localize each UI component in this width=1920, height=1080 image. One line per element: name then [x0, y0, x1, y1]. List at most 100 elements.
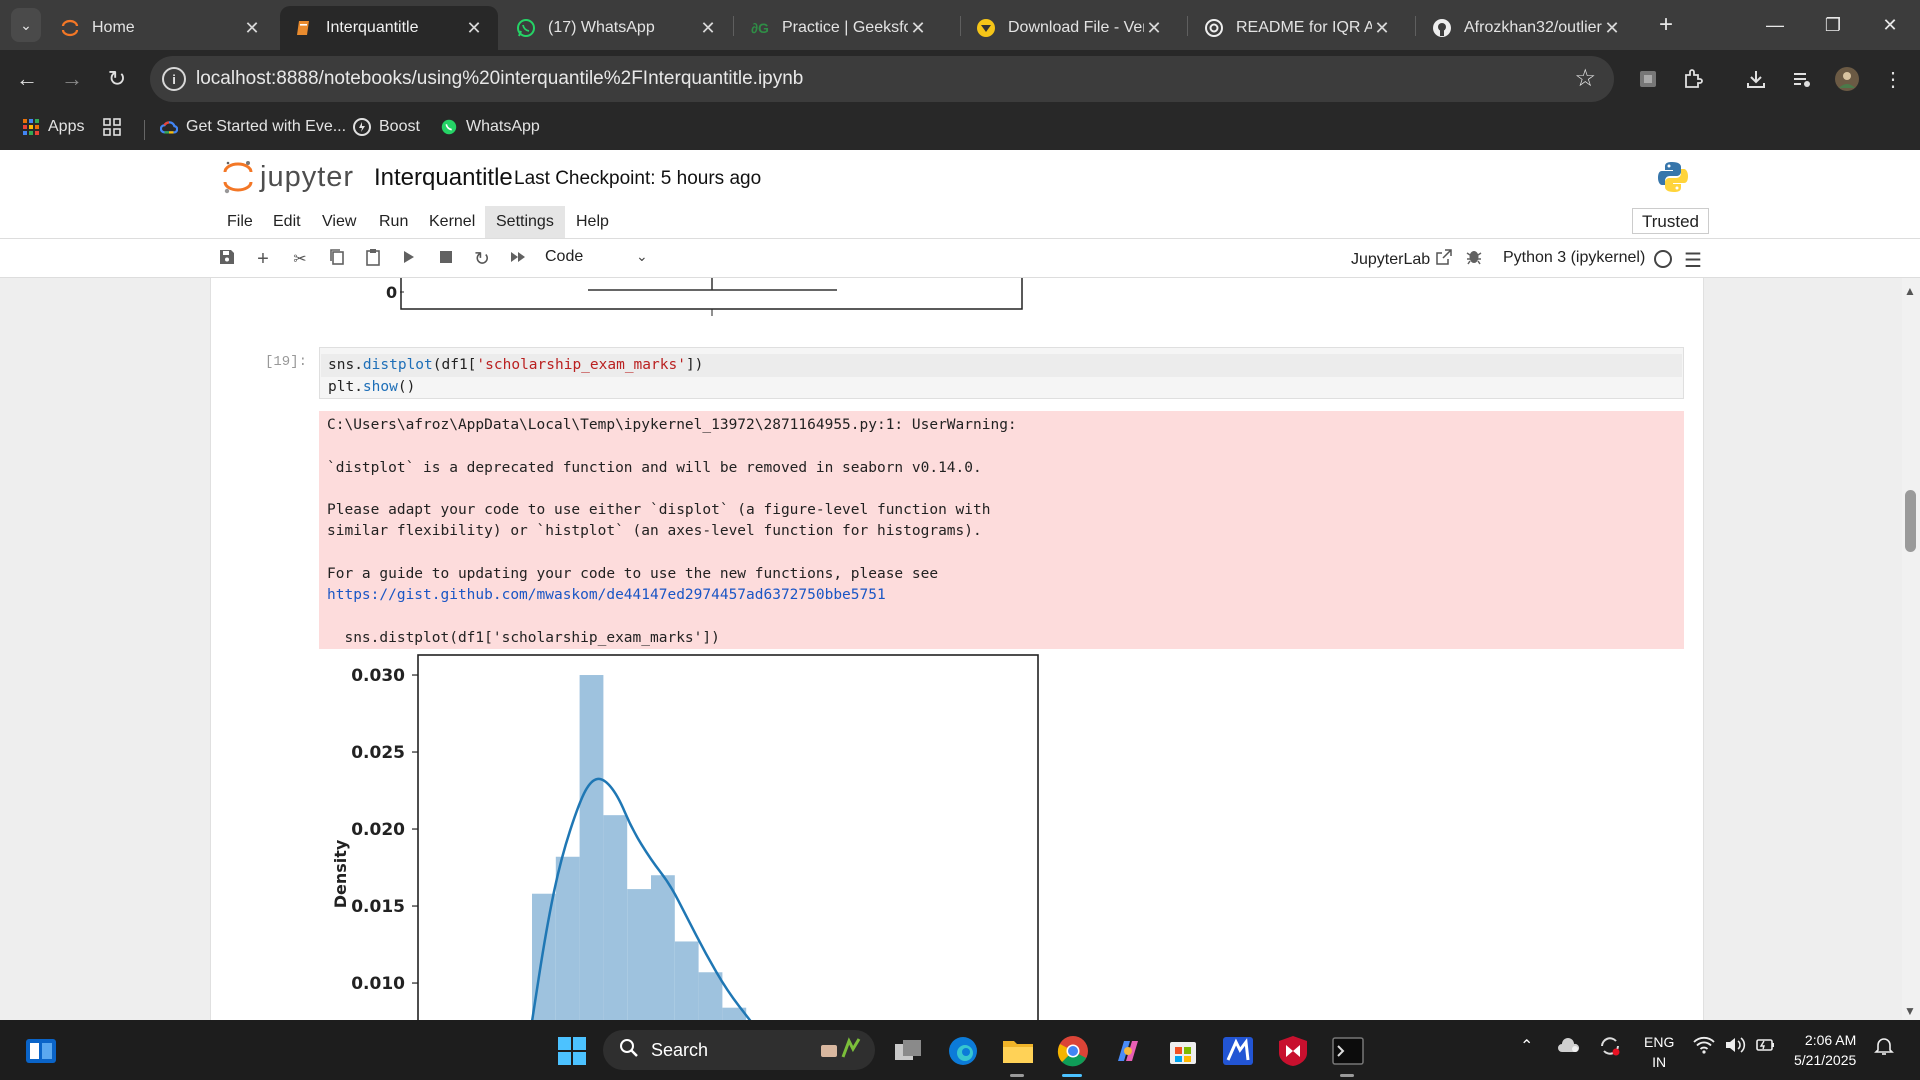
- close-icon[interactable]: ✕: [242, 18, 262, 39]
- tab-download-file[interactable]: Download File - Vert ✕: [962, 6, 1178, 50]
- restart-icon: ↻: [474, 248, 490, 270]
- input-language-indicator[interactable]: ENG IN: [1644, 1032, 1674, 1072]
- save-button[interactable]: [214, 247, 240, 271]
- reload-button[interactable]: ↻: [101, 63, 133, 95]
- tab-search-button[interactable]: ⌄: [11, 8, 41, 42]
- profile-avatar[interactable]: [1831, 63, 1863, 95]
- close-icon[interactable]: ✕: [698, 18, 718, 39]
- menu-view[interactable]: View: [311, 206, 367, 238]
- close-window-button[interactable]: ✕: [1862, 0, 1918, 50]
- tab-home[interactable]: Home ✕: [46, 6, 276, 50]
- omnibox[interactable]: i localhost:8888/notebooks/using%20inter…: [150, 56, 1614, 102]
- warning-line: C:\Users\afroz\AppData\Local\Temp\ipyker…: [327, 417, 1017, 433]
- start-icon[interactable]: [553, 1032, 591, 1070]
- tab-readme[interactable]: README for IQR Ana ✕: [1190, 6, 1406, 50]
- widgets-icon[interactable]: [22, 1032, 60, 1070]
- scrollbar-thumb[interactable]: [1905, 490, 1916, 552]
- bookmark-get-started[interactable]: Get Started with Eve...: [160, 118, 346, 136]
- copilot-icon[interactable]: [1109, 1032, 1147, 1070]
- mcafee-icon[interactable]: [1274, 1032, 1312, 1070]
- chrome-icon[interactable]: [1054, 1032, 1092, 1070]
- paste-button[interactable]: [360, 247, 386, 271]
- taskbar-search[interactable]: Search: [603, 1030, 875, 1070]
- back-button[interactable]: ←: [11, 63, 43, 95]
- notebook-content[interactable]: 0 [19]: sns.distplot(df1['scholarship_ex…: [0, 278, 1920, 1020]
- y-tick-label: 0.025: [351, 743, 405, 763]
- warning-link[interactable]: https://gist.github.com/mwaskom/de44147e…: [327, 587, 886, 603]
- bookmark-apps[interactable]: Apps: [22, 118, 84, 136]
- kernel-name[interactable]: Python 3 (ipykernel): [1503, 249, 1645, 267]
- page-scrollbar[interactable]: [1902, 278, 1920, 1020]
- onedrive-cloud-icon[interactable]: [1557, 1036, 1581, 1059]
- notebook-title[interactable]: Interquantitle: [374, 164, 513, 192]
- play-icon: [403, 250, 415, 269]
- microsoft-store-icon[interactable]: [1164, 1032, 1202, 1070]
- close-icon[interactable]: ✕: [1602, 18, 1622, 39]
- restart-button[interactable]: ↻: [469, 247, 495, 271]
- chevron-down-icon[interactable]: ⌄: [636, 248, 648, 265]
- forward-button[interactable]: →: [56, 63, 88, 95]
- edge-icon[interactable]: [944, 1032, 982, 1070]
- insert-cell-button[interactable]: +: [250, 247, 276, 271]
- restore-button[interactable]: ❐: [1805, 0, 1861, 50]
- sync-icon[interactable]: [1599, 1036, 1621, 1061]
- bookmark-label: WhatsApp: [466, 118, 540, 135]
- cell-type-select[interactable]: Code: [545, 248, 583, 266]
- photo-editor-icon[interactable]: [1219, 1032, 1257, 1070]
- url-text[interactable]: localhost:8888/notebooks/using%20interqu…: [196, 68, 803, 90]
- media-control-icon[interactable]: [1786, 63, 1818, 95]
- menu-kernel[interactable]: Kernel: [418, 206, 486, 238]
- jupyter-header: jupyter Interquantitle Last Checkpoint: …: [0, 150, 1920, 206]
- scroll-down-arrow-icon[interactable]: ▼: [1904, 1004, 1916, 1018]
- close-icon[interactable]: ✕: [1144, 18, 1164, 39]
- tab-interquantitle[interactable]: Interquantitle ✕: [280, 6, 498, 50]
- downloads-icon[interactable]: [1740, 63, 1772, 95]
- extensions-puzzle-icon[interactable]: [1677, 63, 1709, 95]
- minimize-button[interactable]: —: [1747, 0, 1803, 50]
- notification-bell-icon[interactable]: [1874, 1036, 1894, 1061]
- cut-button[interactable]: ✂: [287, 247, 313, 271]
- extension-icon[interactable]: [1632, 63, 1664, 95]
- hamburger-menu-icon[interactable]: ☰: [1684, 248, 1702, 273]
- code-token: ]): [685, 357, 704, 373]
- menu-settings[interactable]: Settings: [485, 206, 565, 238]
- jupyter-logo[interactable]: jupyter: [222, 158, 354, 196]
- arrow-right-icon: →: [61, 66, 83, 91]
- interrupt-button[interactable]: [433, 247, 459, 271]
- task-view-icon[interactable]: [889, 1032, 927, 1070]
- volume-icon[interactable]: [1724, 1036, 1746, 1059]
- jupyterlab-link[interactable]: JupyterLab: [1351, 249, 1452, 270]
- jupyter-icon: [60, 18, 80, 38]
- bookmark-whatsapp[interactable]: WhatsApp: [440, 118, 540, 136]
- system-clock[interactable]: 2:06 AM 5/21/2025: [1794, 1030, 1856, 1070]
- site-info-icon[interactable]: i: [162, 67, 186, 91]
- bookmark-boost[interactable]: Boost: [353, 118, 420, 136]
- run-button[interactable]: [396, 247, 422, 271]
- tab-github[interactable]: Afrozkhan32/outlier ✕: [1418, 6, 1636, 50]
- python-logo-icon: [1656, 160, 1690, 194]
- wifi-icon[interactable]: [1693, 1036, 1715, 1059]
- close-icon[interactable]: ✕: [908, 18, 928, 39]
- menu-file[interactable]: File: [216, 206, 264, 238]
- restart-run-all-button[interactable]: [505, 247, 531, 271]
- file-explorer-icon[interactable]: [999, 1032, 1037, 1070]
- copy-button[interactable]: [324, 247, 350, 271]
- browser-menu-icon[interactable]: ⋮: [1877, 63, 1909, 95]
- code-cell-input[interactable]: sns.distplot(df1['scholarship_exam_marks…: [319, 347, 1684, 399]
- tab-geeksforgeeks[interactable]: ∂G Practice | GeeksforGe ✕: [736, 6, 942, 50]
- menu-edit[interactable]: Edit: [262, 206, 312, 238]
- debugger-bug-icon[interactable]: [1466, 247, 1482, 270]
- new-tab-button[interactable]: +: [1650, 9, 1682, 41]
- terminal-icon[interactable]: [1329, 1032, 1367, 1070]
- close-icon[interactable]: ✕: [1372, 18, 1392, 39]
- close-icon[interactable]: ✕: [464, 18, 484, 39]
- tab-whatsapp[interactable]: (17) WhatsApp ✕: [502, 6, 732, 50]
- scroll-up-arrow-icon[interactable]: ▲: [1904, 284, 1916, 298]
- trusted-indicator[interactable]: Trusted: [1632, 208, 1710, 234]
- menu-run[interactable]: Run: [368, 206, 419, 238]
- menu-help[interactable]: Help: [565, 206, 620, 238]
- bookmark-star-icon[interactable]: ☆: [1574, 64, 1596, 93]
- chevron-up-icon[interactable]: ⌃: [1520, 1036, 1533, 1056]
- battery-icon[interactable]: [1754, 1036, 1778, 1059]
- bookmark-tab-groups[interactable]: [103, 118, 121, 136]
